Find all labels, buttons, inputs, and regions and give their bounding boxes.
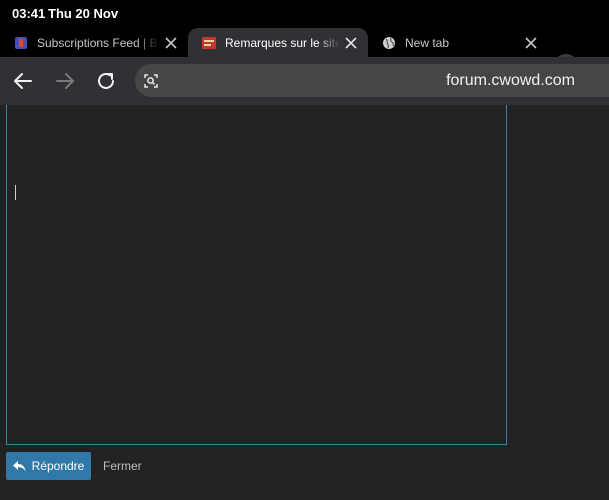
text-caret [15,185,16,200]
tab-strip: Subscriptions Feed | Boa Remarques sur l… [0,26,609,80]
arrow-right-icon [56,73,74,89]
reload-icon [98,72,114,89]
globe-icon [382,36,396,50]
status-date: Thu 20 Nov [48,6,119,21]
reply-button[interactable]: Répondre [6,452,91,480]
browser-toolbar: forum.cwowd.com [0,57,609,105]
tab-new-tab[interactable]: New tab [368,28,548,57]
cwowd-favicon [202,36,216,50]
lens-icon[interactable] [142,72,160,90]
reply-icon [12,460,26,472]
close-icon[interactable] [160,32,182,54]
arrow-left-icon [14,73,32,89]
url-text: forum.cwowd.com [446,72,575,89]
reload-button[interactable] [92,67,120,95]
discourse-favicon [14,36,28,50]
tab-title: Remarques sur le site - f [225,35,340,50]
tab-subscriptions-feed[interactable]: Subscriptions Feed | Boa [0,28,188,57]
status-bar: 03:41 Thu 20 Nov [0,0,609,26]
tab-title: New tab [405,35,450,50]
reply-button-label: Répondre [31,459,85,473]
close-icon[interactable] [520,32,542,54]
tab-remarques[interactable]: Remarques sur le site - f [188,28,368,57]
close-link[interactable]: Fermer [103,459,142,473]
page-content: Répondre Fermer [0,105,609,500]
tab-title: Subscriptions Feed | Boa [37,35,160,50]
address-bar[interactable]: forum.cwowd.com [135,64,609,97]
reply-editor[interactable] [6,105,507,445]
forward-button[interactable] [51,67,79,95]
close-icon[interactable] [340,32,362,54]
status-time: 03:41 [12,6,46,21]
back-button[interactable] [9,67,37,95]
